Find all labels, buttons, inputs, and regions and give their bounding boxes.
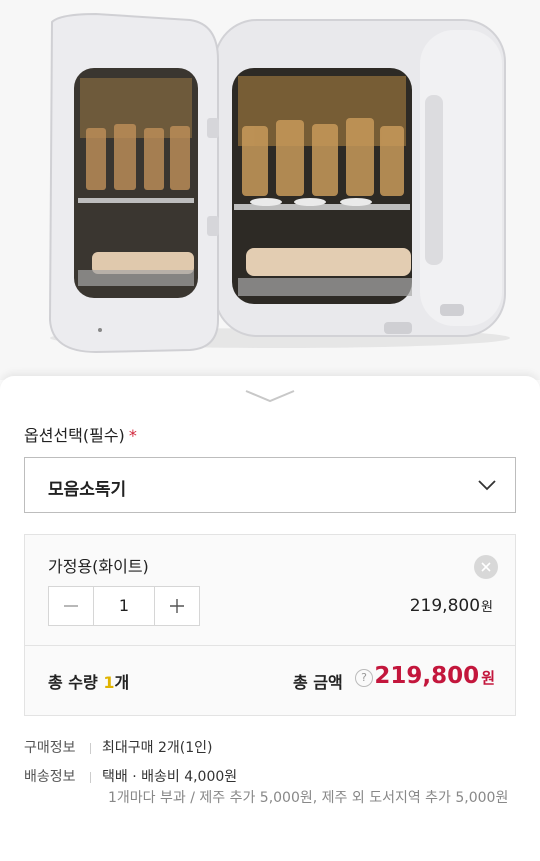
- required-mark: *: [128, 426, 137, 445]
- quantity-value[interactable]: 1: [93, 596, 155, 615]
- quantity-decrease-button[interactable]: [49, 587, 94, 625]
- minus-icon: [64, 605, 78, 607]
- option-title-text: 옵션선택(필수): [24, 426, 125, 445]
- delivery-info-value: 택배 · 배송비 4,000원: [102, 769, 238, 785]
- remove-option-button[interactable]: [474, 555, 498, 579]
- total-qty-number: 1: [103, 673, 115, 692]
- chevron-down-icon: [477, 477, 497, 491]
- purchase-info-label: 구매정보: [24, 740, 76, 756]
- total-price-value: 219,800: [374, 663, 480, 689]
- product-image: [0, 0, 540, 380]
- quantity-increase-button[interactable]: [154, 587, 199, 625]
- summary-divider: [25, 645, 515, 646]
- option-price-currency: 원: [481, 600, 493, 615]
- delivery-info-note: 1개마다 부과 / 제주 추가 5,000원, 제주 외 도서지역 추가 5,0…: [108, 790, 509, 806]
- delivery-info-row: 배송정보 택배 · 배송비 4,000원: [24, 766, 237, 786]
- quantity-stepper: 1: [48, 586, 200, 626]
- option-price: 219,800원: [410, 596, 493, 616]
- option-select-dropdown[interactable]: 모음소독기: [24, 457, 516, 513]
- sheet-collapse-chevron-icon[interactable]: [244, 388, 296, 404]
- purchase-info-divider: [90, 742, 91, 754]
- total-qty-prefix: 총 수량: [48, 673, 104, 692]
- delivery-info-label: 배송정보: [24, 769, 76, 785]
- total-price: 219,800 원: [374, 663, 495, 689]
- selected-option-box: 가정용(화이트) 1 219,800원 총 수량 1개 총 금액 ? 219,8…: [24, 534, 516, 716]
- close-icon: [481, 562, 491, 572]
- selected-option-name: 가정용(화이트): [48, 557, 149, 576]
- help-icon[interactable]: ?: [355, 669, 373, 687]
- option-section-title: 옵션선택(필수) *: [24, 422, 137, 446]
- purchase-info-value: 최대구매 2개(1인): [102, 740, 213, 756]
- plus-icon: [170, 599, 184, 613]
- option-price-value: 219,800: [409, 596, 481, 616]
- total-qty-unit: 개: [114, 673, 130, 692]
- purchase-info-row: 구매정보 최대구매 2개(1인): [24, 737, 212, 757]
- total-quantity: 총 수량 1개: [48, 669, 129, 693]
- total-amount-label: 총 금액: [293, 673, 343, 692]
- total-price-currency: 원: [481, 669, 495, 687]
- delivery-info-divider: [90, 771, 91, 783]
- option-select-value: 모음소독기: [48, 480, 127, 500]
